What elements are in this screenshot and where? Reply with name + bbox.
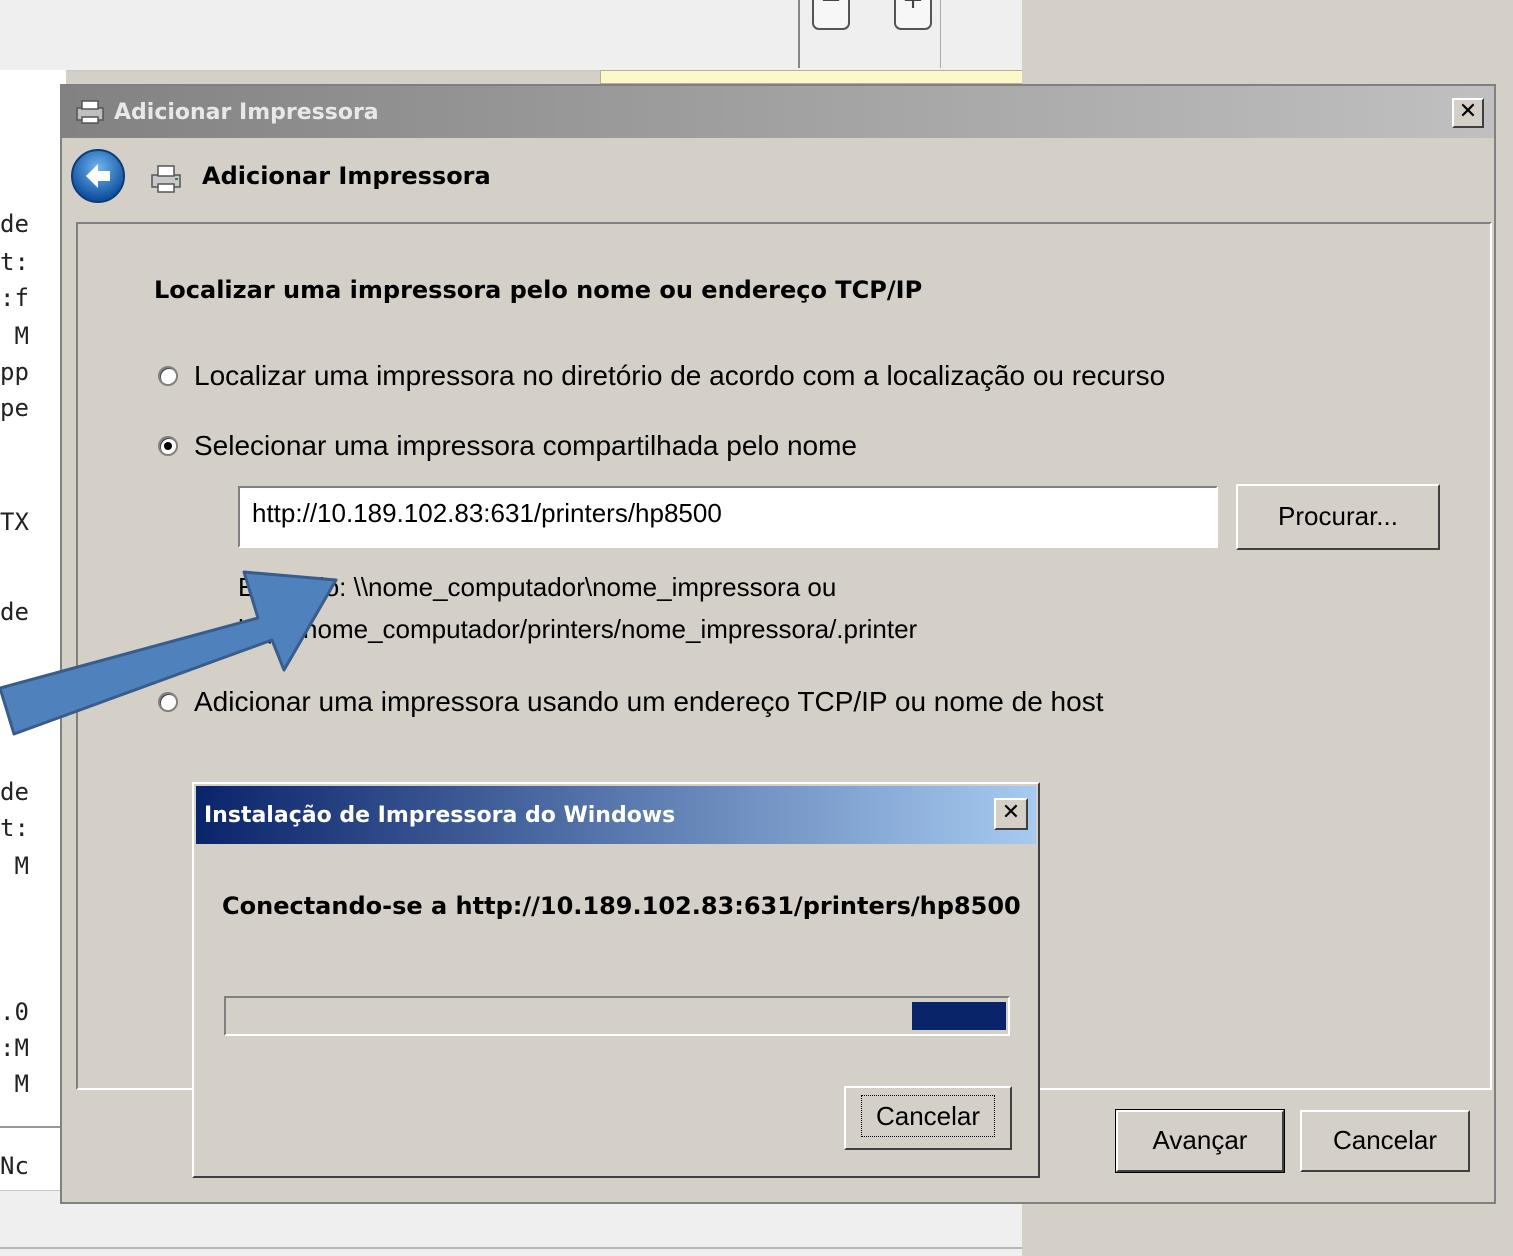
radio-button[interactable]: [158, 366, 178, 386]
bg-text-line: :M: [0, 1034, 29, 1062]
bg-text-line: M: [0, 322, 29, 350]
option-label: Selecionar uma impressora compartilhada …: [194, 430, 858, 461]
dialog-titlebar[interactable]: Instalação de Impressora do Windows ✕: [196, 786, 1036, 844]
progress-fill: [912, 1002, 1006, 1030]
section-heading: Localizar uma impressora pelo nome ou en…: [154, 276, 923, 304]
bg-text-line: t:: [0, 814, 29, 842]
printer-icon: [68, 96, 112, 128]
option-shared-by-name[interactable]: Selecionar uma impressora compartilhada …: [158, 430, 857, 462]
dialog-cancel-button[interactable]: Cancelar: [844, 1086, 1012, 1150]
connection-message: Conectando-se a http://10.189.102.83:631…: [222, 892, 1021, 920]
zoom-out-button[interactable]: −: [812, 0, 850, 30]
browse-button[interactable]: Procurar...: [1236, 484, 1440, 550]
bg-text-line: pp: [0, 358, 29, 386]
cancel-button[interactable]: Cancelar: [1300, 1110, 1470, 1172]
window-titlebar[interactable]: Adicionar Impressora ✕: [62, 86, 1494, 138]
page-title: Adicionar Impressora: [202, 162, 491, 190]
bg-text-line: :f: [0, 284, 29, 312]
printer-icon: [151, 165, 181, 193]
bg-text-line: M: [0, 1070, 29, 1098]
bg-text-line: pe: [0, 394, 29, 422]
bg-text-line: .0: [0, 998, 29, 1026]
bg-text-line: M: [0, 852, 29, 880]
radio-button-selected[interactable]: [158, 436, 178, 456]
option-directory-search[interactable]: Localizar uma impressora no diretório de…: [158, 360, 1165, 392]
connecting-dialog: Instalação de Impressora do Windows ✕ Co…: [192, 782, 1040, 1178]
option-label: Localizar uma impressora no diretório de…: [194, 360, 1166, 391]
window-title: Adicionar Impressora: [114, 99, 379, 125]
background-toolbar: − +: [0, 0, 1027, 84]
bg-text-line: Nc: [0, 1152, 29, 1180]
dialog-title: Instalação de Impressora do Windows: [204, 802, 676, 828]
bg-text-line: t:: [0, 248, 29, 276]
zoom-in-button[interactable]: +: [894, 0, 932, 30]
back-button[interactable]: [70, 148, 126, 204]
dialog-cancel-label: Cancelar: [860, 1095, 996, 1137]
highlight-strip: [600, 70, 1027, 84]
printer-path-input[interactable]: http://10.189.102.83:631/printers/hp8500: [238, 486, 1218, 548]
progress-bar: [224, 996, 1010, 1036]
wizard-nav: Adicionar Impressora: [62, 138, 1494, 218]
zoom-controls: − +: [798, 0, 941, 68]
bg-text-line: de: [0, 778, 29, 806]
bg-text-line: de: [0, 210, 29, 238]
next-button[interactable]: Avançar: [1115, 1109, 1285, 1173]
divider: [0, 1126, 66, 1128]
annotation-arrow: [0, 570, 338, 736]
dialog-close-button[interactable]: ✕: [994, 798, 1028, 830]
close-button[interactable]: ✕: [1452, 98, 1484, 128]
